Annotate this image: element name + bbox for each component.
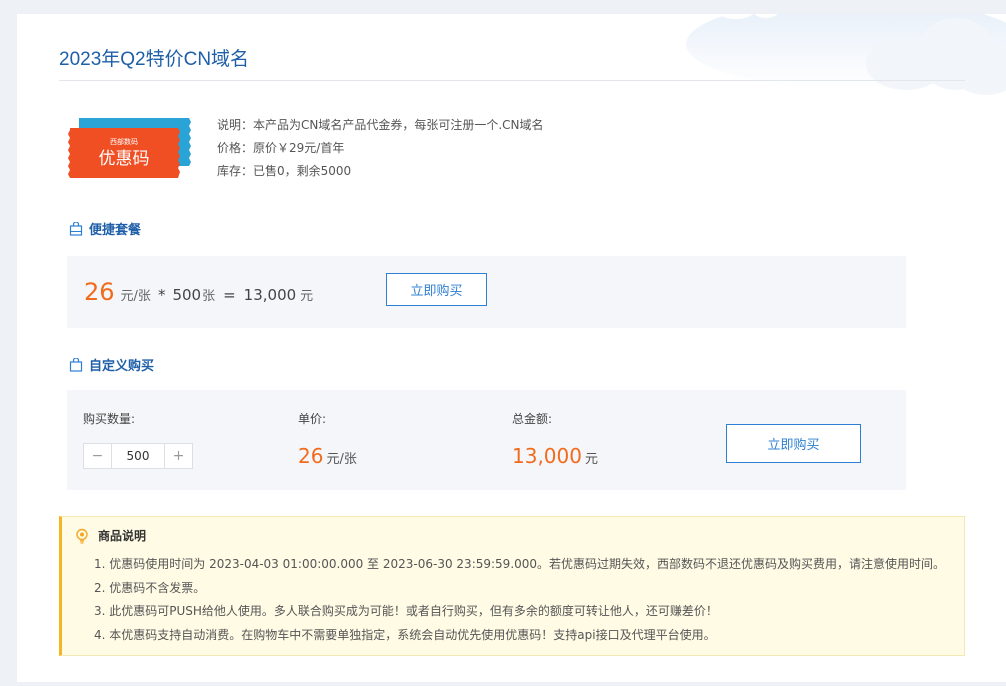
quick-price-formula: 26 元/张 * 500 张 = 13,000 元 [84, 278, 313, 306]
notice-item: 1. 优惠码使用时间为 2023-04-03 01:00:00.000 至 20… [94, 557, 946, 571]
notice-header: 商品说明 [74, 527, 146, 544]
quick-equals-sign: = [223, 286, 236, 304]
quick-unit-suffix: 元/张 [120, 289, 151, 304]
custom-buy-button[interactable]: 立即购买 [726, 424, 861, 463]
total-label: 总金额: [512, 412, 553, 426]
custom-purchase-heading: 自定义购买 [69, 355, 154, 374]
total-value: 13,000 元 [512, 444, 598, 468]
custom-purchase-title: 自定义购买 [89, 359, 155, 374]
quick-package-panel: 26 元/张 * 500 张 = 13,000 元 立即购买 [67, 256, 906, 328]
coupon-brand: 西部数码 [110, 137, 138, 146]
notice-item: 3. 此优惠码可PUSH给他人使用。多人联合购买成为可能！或者自行购买，但有多余… [94, 604, 718, 618]
product-info: 说明：本产品为CN域名产品代金券，每张可注册一个.CN域名 价格：原价￥29元/… [217, 114, 544, 183]
coupon-label: 优惠码 [99, 149, 150, 169]
unit-price-value: 26 元/张 [298, 444, 357, 468]
notice-item: 4. 本优惠码支持自动消费。在购物车中不需要单独指定，系统会自动优先使用优惠码！… [94, 627, 716, 642]
quick-package-heading: 便捷套餐 [69, 219, 141, 238]
custom-unit-price: 26 [298, 444, 324, 468]
qty-plus-button[interactable]: + [165, 444, 192, 468]
notice-list: 1. 优惠码使用时间为 2023-04-03 01:00:00.000 至 20… [94, 553, 945, 647]
info-stock: 库存：已售0，剩余5000 [217, 164, 352, 178]
custom-purchase-panel: 购买数量: − 500 + 单价: 26 元/张 总金额: 13,000 元 立… [67, 390, 906, 490]
shopping-bag-icon [69, 221, 83, 236]
quick-package-title: 便捷套餐 [89, 223, 142, 238]
quick-buy-button[interactable]: 立即购买 [386, 273, 487, 306]
custom-total-suffix: 元 [584, 452, 598, 467]
quick-qty: 500 [172, 286, 202, 304]
unit-price-label: 单价: [298, 412, 327, 426]
custom-unit-suffix: 元/张 [326, 452, 357, 467]
qty-input[interactable]: 500 [111, 444, 165, 468]
quick-total: 13,000 [243, 286, 297, 304]
quick-times-sign: * [157, 286, 166, 304]
shopping-bag-icon [69, 357, 83, 372]
info-description: 说明：本产品为CN域名产品代金券，每张可注册一个.CN域名 [217, 118, 544, 132]
notice-title: 商品说明 [98, 529, 147, 543]
qty-label: 购买数量: [83, 412, 136, 426]
product-notice: 商品说明 1. 优惠码使用时间为 2023-04-03 01:00:00.000… [59, 516, 965, 656]
custom-total: 13,000 [512, 444, 582, 468]
page-title: 2023年Q2特价CN域名 [59, 49, 250, 70]
notice-item: 2. 优惠码不含发票。 [94, 580, 206, 595]
lightbulb-icon [76, 528, 88, 544]
quantity-stepper[interactable]: − 500 + [83, 443, 193, 469]
qty-minus-button[interactable]: − [84, 444, 111, 468]
quick-total-suffix: 元 [300, 289, 314, 304]
info-price: 价格：原价￥29元/首年 [217, 141, 345, 155]
coupon-image: 西部数码 优惠码 [68, 118, 191, 178]
cloud-decoration [686, 14, 1006, 95]
quick-unit-price: 26 [84, 278, 115, 306]
quick-qty-suffix: 张 [202, 289, 216, 304]
product-card: 2023年Q2特价CN域名 西部数码 优惠码 说明：本产品为CN域名产品代金券，… [17, 14, 1006, 682]
title-divider [59, 80, 965, 81]
